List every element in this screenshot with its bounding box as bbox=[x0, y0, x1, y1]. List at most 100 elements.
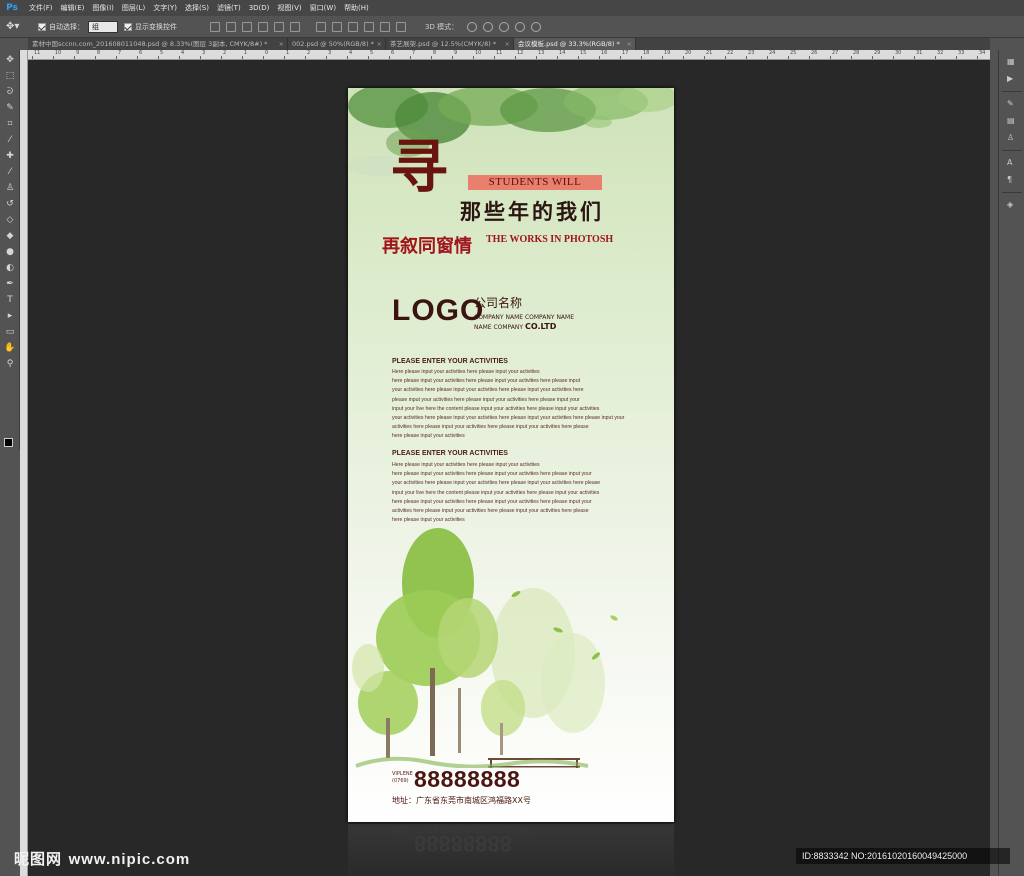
menu-layer[interactable]: 图层(L) bbox=[118, 3, 149, 13]
clone-stamp-tool-icon[interactable]: ♙ bbox=[4, 182, 16, 194]
shape-tool-icon[interactable]: ▭ bbox=[4, 326, 16, 338]
align-vcenter-icon[interactable] bbox=[226, 21, 236, 32]
ruler-label: 12 bbox=[517, 50, 524, 56]
crop-tool-icon[interactable]: ⌗ bbox=[4, 118, 16, 130]
ruler-label: 23 bbox=[748, 50, 755, 56]
orbit-3d-icon[interactable] bbox=[467, 21, 478, 32]
body-line: your activities here please input your a… bbox=[392, 415, 625, 422]
distribute-right-icon[interactable] bbox=[396, 21, 406, 32]
ruler-label: 26 bbox=[811, 50, 818, 56]
ruler-tick bbox=[851, 56, 852, 59]
ruler-tick bbox=[557, 56, 558, 59]
ruler-label: 7 bbox=[118, 50, 122, 56]
title-calligraphy: 那些年的我们 bbox=[460, 199, 604, 224]
align-hcenter-icon[interactable] bbox=[274, 21, 284, 32]
healing-brush-tool-icon[interactable]: ✚ bbox=[4, 150, 16, 162]
menu-window[interactable]: 窗口(W) bbox=[306, 3, 340, 13]
distribute-vcenter-icon[interactable] bbox=[332, 21, 342, 32]
zoom-tool-icon[interactable]: ⚲ bbox=[4, 358, 16, 370]
brush-tool-icon[interactable]: ⁄ bbox=[4, 166, 16, 178]
history-brush-tool-icon[interactable]: ↺ bbox=[4, 198, 16, 210]
ruler-tick bbox=[74, 56, 75, 59]
menu-help[interactable]: 帮助(H) bbox=[340, 3, 373, 13]
distribute-left-icon[interactable] bbox=[364, 21, 374, 32]
phone-label: VIPLENE (0769) bbox=[392, 771, 413, 785]
close-icon[interactable]: × bbox=[505, 38, 510, 50]
canvas-area[interactable]: 寻 STUDENTS WILL 那些年的我们 再叙同窗情 THE WORKS I… bbox=[28, 60, 990, 876]
history-panel-icon[interactable]: ▦ bbox=[1007, 57, 1017, 67]
brush-panel-icon[interactable]: ✎ bbox=[1007, 99, 1017, 109]
ruler-label: 22 bbox=[727, 50, 734, 56]
poster-document[interactable]: 寻 STUDENTS WILL 那些年的我们 再叙同窗情 THE WORKS I… bbox=[348, 88, 674, 822]
menu-file[interactable]: 文件(F) bbox=[25, 3, 57, 13]
move-tool-preset-icon[interactable]: ✥▾ bbox=[6, 20, 32, 34]
paint-bucket-tool-icon[interactable]: ◆ bbox=[4, 230, 16, 242]
vertical-ruler[interactable] bbox=[20, 50, 28, 876]
hand-tool-icon[interactable]: ✋ bbox=[4, 342, 16, 354]
path-select-tool-icon[interactable]: ▸ bbox=[4, 310, 16, 322]
menu-edit[interactable]: 编辑(E) bbox=[57, 3, 89, 13]
ruler-tick bbox=[494, 56, 495, 59]
clone-source-icon[interactable]: ♙ bbox=[1007, 133, 1017, 143]
body-line: input your live here the content please … bbox=[392, 489, 600, 496]
blur-tool-icon[interactable]: ● bbox=[4, 246, 16, 258]
ruler-label: 5 bbox=[370, 50, 374, 56]
tab-label: 茶艺展架.psd @ 12.5%(CMYK/8) * bbox=[390, 40, 497, 48]
tab-document-4[interactable]: 会议模板.psd @ 33.3%(RGB/8) * × bbox=[514, 38, 636, 50]
roll-3d-icon[interactable] bbox=[483, 21, 494, 32]
scale-3d-icon[interactable] bbox=[531, 21, 542, 32]
distribute-hcenter-icon[interactable] bbox=[380, 21, 390, 32]
distribute-bottom-icon[interactable] bbox=[348, 21, 358, 32]
lasso-tool-icon[interactable]: ᘐ bbox=[4, 86, 16, 98]
move-tool-icon[interactable]: ✥ bbox=[4, 54, 16, 66]
auto-select-dropdown[interactable]: 组 bbox=[88, 20, 118, 33]
marquee-tool-icon[interactable]: ⬚ bbox=[4, 70, 16, 82]
ruler-tick bbox=[158, 56, 159, 59]
align-bottom-icon[interactable] bbox=[242, 21, 252, 32]
menu-3d[interactable]: 3D(D) bbox=[245, 4, 274, 12]
tab-document-3[interactable]: 茶艺展架.psd @ 12.5%(CMYK/8) * × bbox=[386, 38, 514, 50]
menu-view[interactable]: 视图(V) bbox=[273, 3, 305, 13]
close-icon[interactable]: × bbox=[377, 38, 382, 50]
body-line: here please input your activities here p… bbox=[392, 471, 592, 478]
dodge-tool-icon[interactable]: ◐ bbox=[4, 262, 16, 274]
menu-type[interactable]: 文字(Y) bbox=[149, 3, 181, 13]
horizontal-ruler[interactable]: 11 10 9 8 7 6 5 4 3 2 1 0 1 2 3 4 5 6 7 8 9 10 11 12 13 14 15 16 17 1… bbox=[28, 50, 990, 60]
drag-3d-icon[interactable] bbox=[499, 21, 510, 32]
align-left-icon[interactable] bbox=[258, 21, 268, 32]
quick-select-tool-icon[interactable]: ✎ bbox=[4, 102, 16, 114]
brush-presets-icon[interactable]: ▤ bbox=[1007, 116, 1017, 126]
menu-filter[interactable]: 滤镜(T) bbox=[213, 3, 245, 13]
menu-select[interactable]: 选择(S) bbox=[181, 3, 213, 13]
foreground-color-swatch[interactable] bbox=[4, 438, 13, 447]
document-tabs: 素材中国sccnn.com_201608011048.psd @ 8.33%(图… bbox=[28, 38, 990, 50]
character-panel-icon[interactable]: A bbox=[1007, 158, 1017, 168]
close-icon[interactable]: × bbox=[279, 38, 284, 50]
type-tool-icon[interactable]: T bbox=[4, 294, 16, 306]
tab-document-2[interactable]: 002.psd @ 50%(RGB/8) * × bbox=[288, 38, 386, 50]
tools-panel: ✥ ⬚ ᘐ ✎ ⌗ ⁄ ✚ ⁄ ♙ ↺ ◇ ◆ ● ◐ ✒ T ▸ ▭ ✋ ⚲ bbox=[0, 50, 20, 451]
watermark-site-cn: 昵图网 bbox=[14, 851, 63, 868]
ruler-tick bbox=[662, 56, 663, 59]
section-2-body: Here please input your activities here p… bbox=[392, 461, 646, 525]
ruler-tick bbox=[368, 56, 369, 59]
watermark-site-url: www.nipic.com bbox=[68, 851, 191, 868]
slide-3d-icon[interactable] bbox=[515, 21, 526, 32]
3d-panel-icon[interactable]: ◈ bbox=[1007, 200, 1017, 210]
close-icon[interactable]: × bbox=[627, 38, 632, 50]
eraser-tool-icon[interactable]: ◇ bbox=[4, 214, 16, 226]
address-text: 地址：广东省东莞市南城区鸿福路XX号 bbox=[392, 796, 531, 805]
auto-select-checkbox[interactable] bbox=[38, 22, 46, 31]
align-top-icon[interactable] bbox=[210, 21, 220, 32]
ruler-tick bbox=[641, 56, 642, 59]
tab-document-1[interactable]: 素材中国sccnn.com_201608011048.psd @ 8.33%(图… bbox=[28, 38, 288, 50]
eyedropper-tool-icon[interactable]: ⁄ bbox=[4, 134, 16, 146]
distribute-top-icon[interactable] bbox=[316, 21, 326, 32]
align-right-icon[interactable] bbox=[290, 21, 300, 32]
actions-panel-icon[interactable]: ▶ bbox=[1007, 74, 1017, 84]
section-1-body: Here please input your activities here p… bbox=[392, 368, 646, 442]
show-transform-checkbox[interactable] bbox=[124, 22, 132, 31]
pen-tool-icon[interactable]: ✒ bbox=[4, 278, 16, 290]
menu-image[interactable]: 图像(I) bbox=[88, 3, 118, 13]
paragraph-panel-icon[interactable]: ¶ bbox=[1007, 175, 1017, 185]
